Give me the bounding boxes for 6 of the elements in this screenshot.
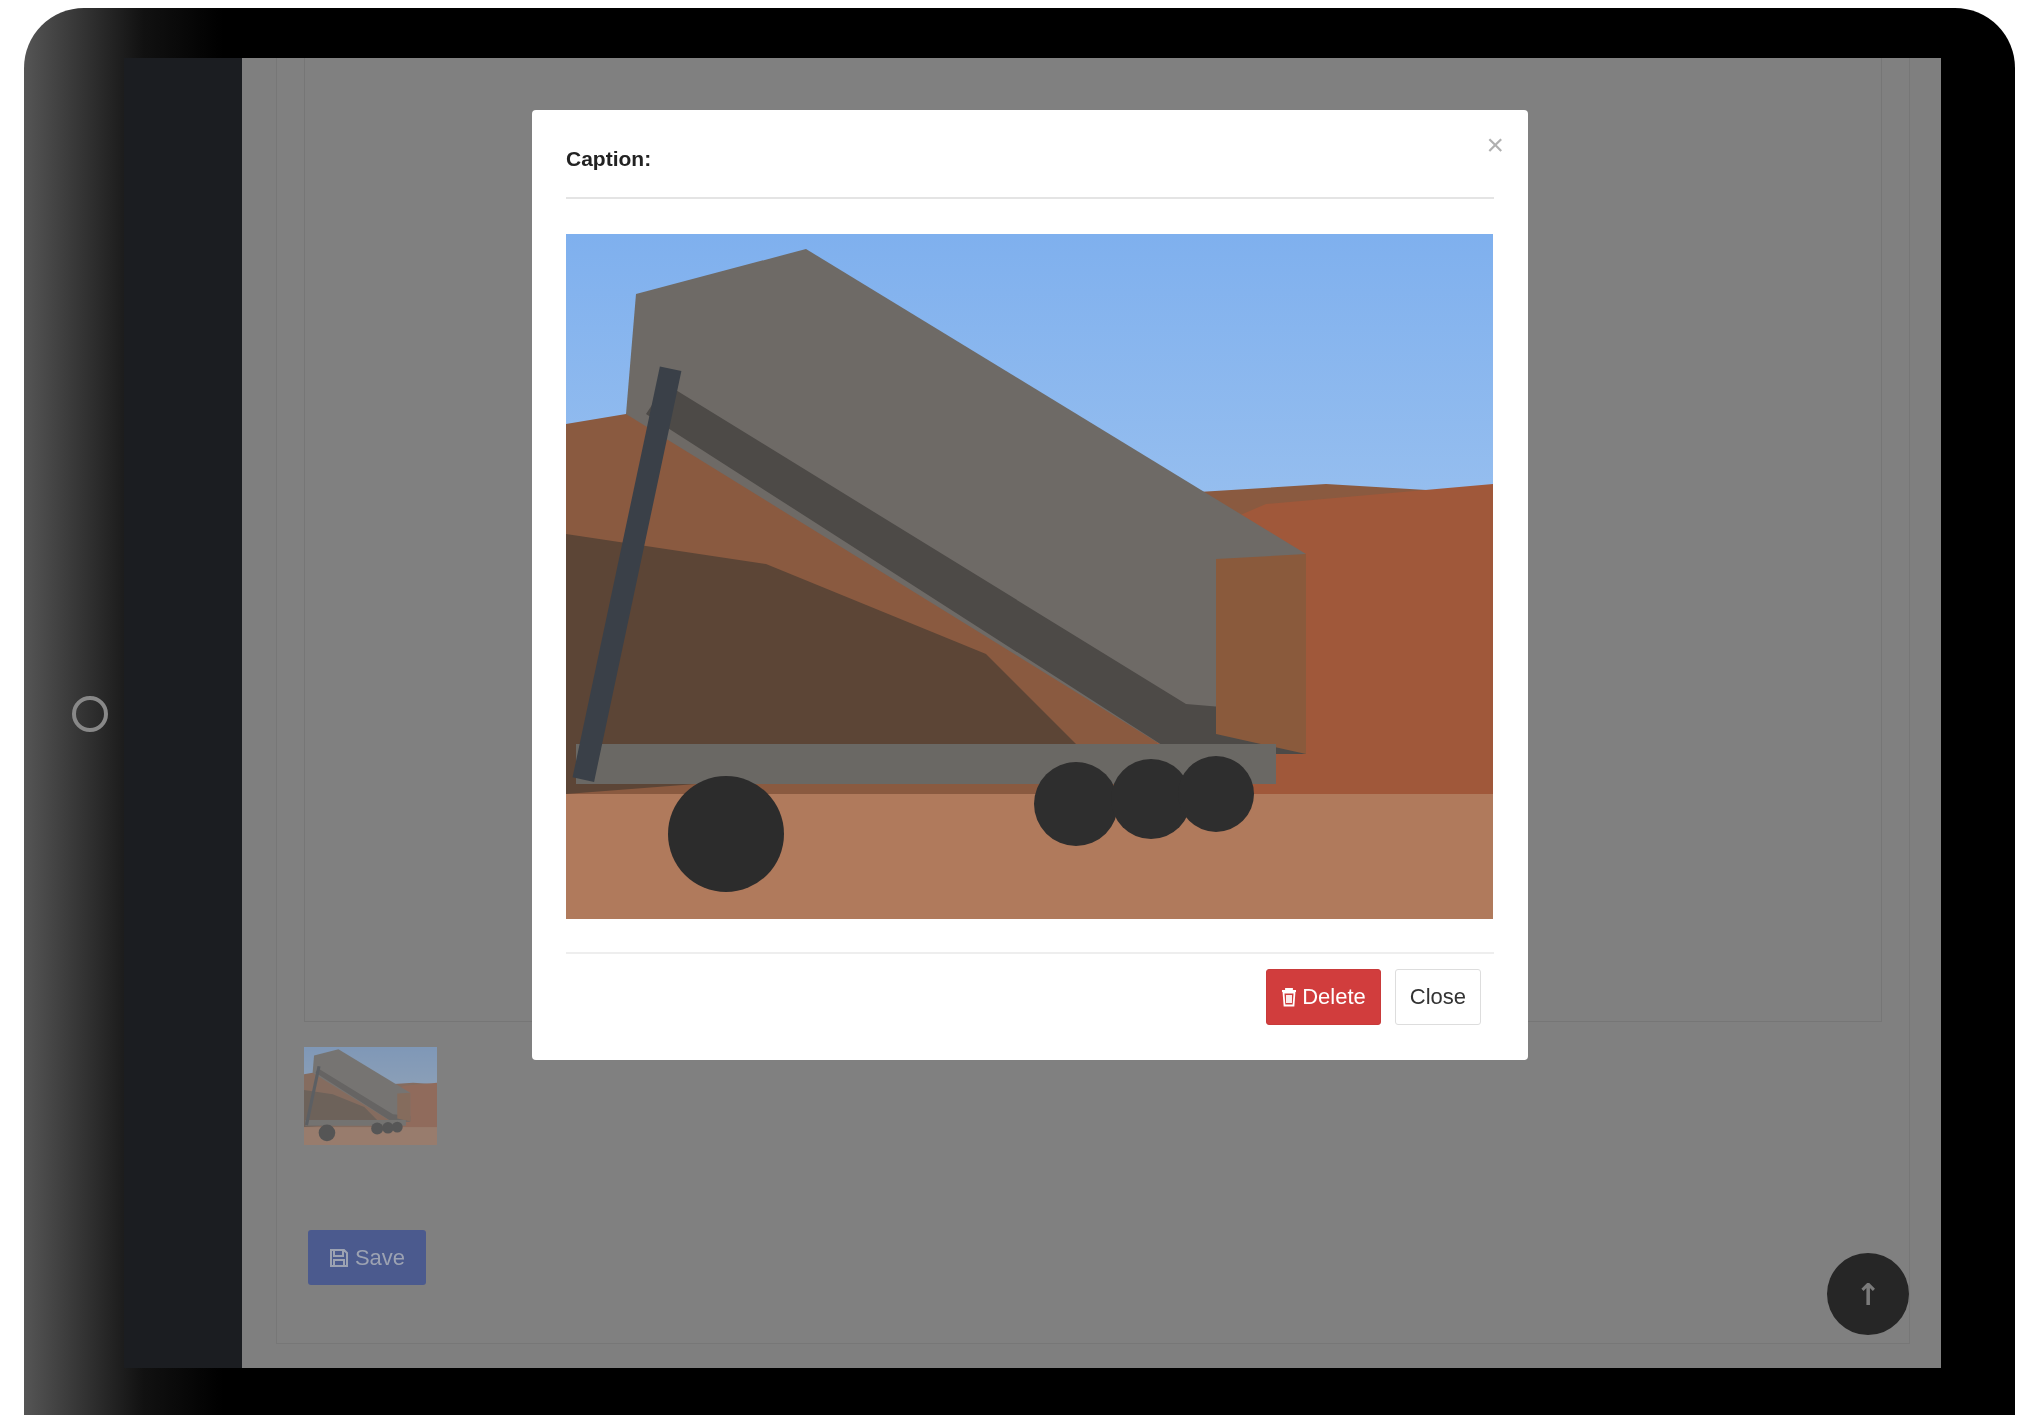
close-button[interactable]: Close: [1394, 969, 1481, 1025]
modal-title: Caption:: [566, 146, 652, 171]
save-button[interactable]: Save: [308, 1230, 426, 1285]
delete-button[interactable]: Delete: [1266, 969, 1381, 1025]
home-button[interactable]: [72, 696, 108, 732]
trash-icon: [1281, 987, 1298, 1007]
